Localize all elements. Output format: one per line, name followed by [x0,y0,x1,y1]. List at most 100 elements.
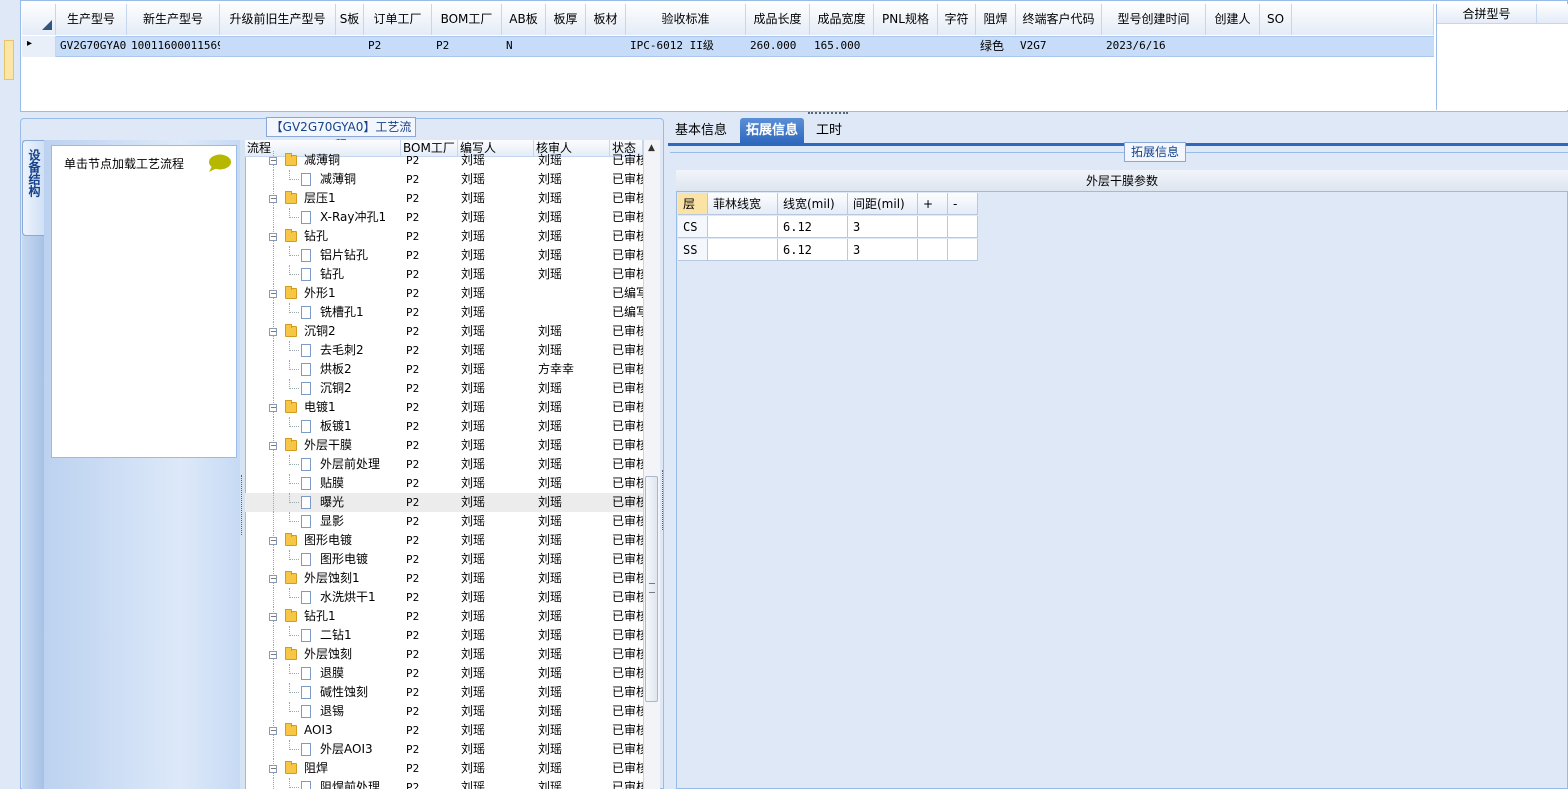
tree-row[interactable]: − 外层干膜 P2 刘瑶 刘瑶 已审核 [245,436,643,455]
merge-model-header[interactable]: 合拼型号 [1437,4,1537,24]
grid-cell[interactable]: N [502,36,546,56]
tree-row[interactable]: 钻孔 P2 刘瑶 刘瑶 已审核 [245,265,643,284]
grid-cell[interactable]: 绿色 [976,36,1016,56]
param-header-cell[interactable]: + [918,193,948,215]
side-tab-equipment[interactable]: 设备结构 [22,140,44,236]
tree-node[interactable]: 曝光 [245,493,401,512]
grid-header-cell[interactable]: 新生产型号 [127,4,220,35]
tree-node[interactable]: 减薄铜 [245,170,401,189]
grid-cell[interactable] [586,36,626,56]
tree-node[interactable]: 外层前处理 [245,455,401,474]
tree-row[interactable]: 铝片钻孔 P2 刘瑶 刘瑶 已审核 [245,246,643,265]
tree-row[interactable]: 退膜 P2 刘瑶 刘瑶 已审核 [245,664,643,683]
tree-row[interactable]: − 外层蚀刻1 P2 刘瑶 刘瑶 已审核 [245,569,643,588]
merge-extra-header[interactable] [1537,4,1568,24]
tree-row[interactable]: 水洗烘干1 P2 刘瑶 刘瑶 已审核 [245,588,643,607]
grid-header-cell[interactable]: 验收标准 [626,4,746,35]
tree-row[interactable]: 外层AOI3 P2 刘瑶 刘瑶 已审核 [245,740,643,759]
tree-node[interactable]: − 阻焊 [245,759,401,778]
tree-row[interactable]: − 钻孔1 P2 刘瑶 刘瑶 已审核 [245,607,643,626]
tree-node[interactable]: 铝片钻孔 [245,246,401,265]
tree-row[interactable]: 显影 P2 刘瑶 刘瑶 已审核 [245,512,643,531]
tab-work-hours[interactable]: 工时 [810,118,848,143]
grid-header-cell[interactable]: 成品宽度 [810,4,874,35]
tree-node[interactable]: 烘板2 [245,360,401,379]
tree-node[interactable]: − 外层蚀刻1 [245,569,401,588]
collapse-icon[interactable]: − [269,651,277,659]
collapse-icon[interactable]: − [269,233,277,241]
tree-row[interactable]: − 层压1 P2 刘瑶 刘瑶 已审核 [245,189,643,208]
tree-row[interactable]: 铣槽孔1 P2 刘瑶 已编写 [245,303,643,322]
tree-row[interactable]: 沉铜2 P2 刘瑶 刘瑶 已审核 [245,379,643,398]
grid-header-cell[interactable]: 板材 [586,4,626,35]
grid-cell[interactable]: 2023/6/16 [1102,36,1206,56]
nav-tree-box[interactable] [51,145,237,458]
param-cell[interactable] [948,239,978,261]
grid-header-cell[interactable]: S板 [336,4,364,35]
tree-node[interactable]: 外层AOI3 [245,740,401,759]
collapse-icon[interactable]: − [269,613,277,621]
grid-cell[interactable] [1206,36,1260,56]
param-cell[interactable] [918,239,948,261]
tree-row[interactable]: − 沉铜2 P2 刘瑶 刘瑶 已审核 [245,322,643,341]
tree-node[interactable]: 钻孔 [245,265,401,284]
collapse-icon[interactable]: − [269,537,277,545]
tree-node[interactable]: 二钻1 [245,626,401,645]
grid-header-cell[interactable]: 字符 [938,4,976,35]
tree-node[interactable]: − 外层干膜 [245,436,401,455]
grid-cell[interactable] [938,36,976,56]
tab-basic-info[interactable]: 基本信息 [669,118,733,143]
grid-cell[interactable] [874,36,938,56]
tree-row[interactable]: 阻焊前处理 P2 刘瑶 刘瑶 已审核 [245,778,643,789]
tree-row[interactable]: − 图形电镀 P2 刘瑶 刘瑶 已审核 [245,531,643,550]
tree-node[interactable]: 铣槽孔1 [245,303,401,322]
grid-header-cell[interactable]: 生产型号 [56,4,127,35]
grid-header-cell[interactable]: PNL规格 [874,4,938,35]
collapse-icon[interactable]: − [269,290,277,298]
tree-node[interactable]: 水洗烘干1 [245,588,401,607]
tree-node[interactable]: 显影 [245,512,401,531]
grid-cell[interactable] [336,36,364,56]
tree-node[interactable]: − 减薄铜 [245,151,401,170]
collapse-icon[interactable]: − [269,765,277,773]
tree-row[interactable]: 碱性蚀刻 P2 刘瑶 刘瑶 已审核 [245,683,643,702]
tree-row[interactable]: 图形电镀 P2 刘瑶 刘瑶 已审核 [245,550,643,569]
splitter-grip-icon[interactable] [808,112,848,117]
collapse-icon[interactable]: − [269,195,277,203]
grid-header-cell[interactable]: 成品长度 [746,4,810,35]
grid-header-cell[interactable]: 终端客户代码 [1016,4,1102,35]
param-cell[interactable]: 3 [848,239,918,261]
tree-row[interactable]: 二钻1 P2 刘瑶 刘瑶 已审核 [245,626,643,645]
grid-header-cell[interactable]: AB板 [502,4,546,35]
param-cell[interactable]: 6.12 [778,216,848,238]
param-cell[interactable]: SS [678,239,708,261]
tree-row[interactable]: 烘板2 P2 刘瑶 方幸幸 已审核 [245,360,643,379]
grid-cell[interactable]: GV2G70GYA0 [56,36,127,56]
tree-node[interactable]: − 外形1 [245,284,401,303]
tree-row[interactable]: 贴膜 P2 刘瑶 刘瑶 已审核 [245,474,643,493]
tree-row[interactable]: − 阻焊 P2 刘瑶 刘瑶 已审核 [245,759,643,778]
param-cell[interactable] [918,216,948,238]
grid-cell[interactable] [220,36,336,56]
tree-node[interactable]: 贴膜 [245,474,401,493]
tree-node[interactable]: 退膜 [245,664,401,683]
grid-cell[interactable] [1260,36,1292,56]
tab-extended-info[interactable]: 拓展信息 [740,118,805,143]
tree-row[interactable]: − 外层蚀刻 P2 刘瑶 刘瑶 已审核 [245,645,643,664]
grid-cell[interactable]: P2 [432,36,502,56]
tree-node[interactable]: − 图形电镀 [245,531,401,550]
grid-header-cell[interactable]: 订单工厂 [364,4,432,35]
tree-node[interactable]: − 钻孔1 [245,607,401,626]
tree-node[interactable]: 去毛刺2 [245,341,401,360]
grid-header-cell[interactable]: 创建人 [1206,4,1260,35]
tree-node[interactable]: 图形电镀 [245,550,401,569]
tree-row[interactable]: − 钻孔 P2 刘瑶 刘瑶 已审核 [245,227,643,246]
scroll-up-icon[interactable]: ▲ [643,140,660,156]
collapse-icon[interactable]: − [269,404,277,412]
tree-node[interactable]: 沉铜2 [245,379,401,398]
grid-header-cell[interactable]: SO [1260,4,1292,35]
tree-row[interactable]: 曝光 P2 刘瑶 刘瑶 已审核 [245,493,643,512]
grid-cell[interactable]: V2G7 [1016,36,1102,56]
tree-row[interactable]: 板镀1 P2 刘瑶 刘瑶 已审核 [245,417,643,436]
tree-node[interactable]: 板镀1 [245,417,401,436]
